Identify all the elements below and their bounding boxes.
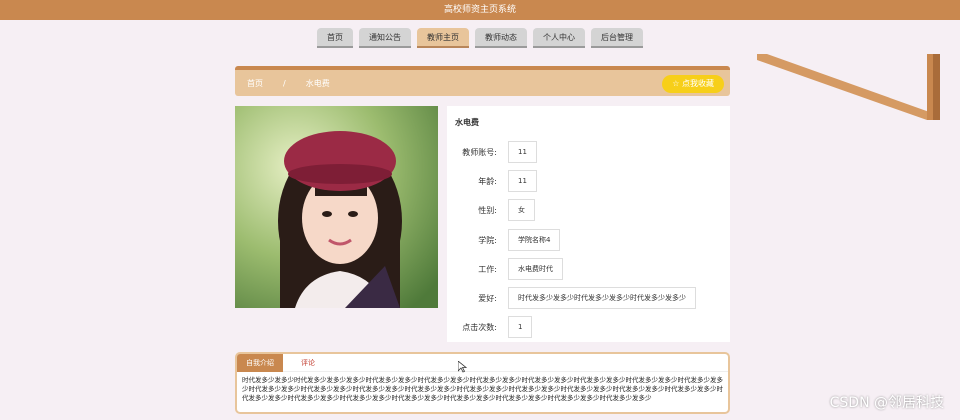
field-value: 11 [508,170,537,192]
field-row-account: 教师账号: 11 [447,141,537,163]
field-value: 11 [508,141,537,163]
field-value: 时代发多少发多少时代发多少发多少时代发多少发多少 [508,287,696,309]
field-value: 女 [508,199,535,221]
field-label: 爱好: [478,293,497,303]
detail-tabs: 自我介绍 评论 时代发多少发多少时代发多少发多少发多少时代发多少发多少时代发多少… [235,352,730,414]
top-header-bar: 高校师资主页系统 [0,0,960,20]
nav-tab-notices[interactable]: 通知公告 [359,28,411,48]
breadcrumb-current: 水电费 [305,78,330,88]
nav-tab-teacher-home[interactable]: 教师主页 [417,28,469,48]
nav-tab-personal-center[interactable]: 个人中心 [533,28,585,48]
field-row-hobby: 爱好: 时代发多少发多少时代发多少发多少时代发多少发多少 [447,287,696,309]
teacher-photo [235,106,438,308]
teacher-name: 水电费 [455,118,479,127]
tab-comments[interactable]: 评论 [283,354,333,372]
nav-tab-admin[interactable]: 后台管理 [591,28,643,48]
favorite-button[interactable]: ☆ 点我收藏 [662,75,724,93]
field-row-age: 年龄: 11 [447,170,537,192]
site-title: 高校师资主页系统 [443,5,516,15]
breadcrumb-separator: / [283,78,286,88]
field-label: 工作: [478,264,497,274]
breadcrumb-home-link[interactable]: 首页 [247,78,263,89]
detail-tab-header: 自我介绍 评论 [237,354,728,372]
field-label: 性别: [478,205,497,215]
breadcrumb-bar: 首页 / 水电费 ☆ 点我收藏 [235,66,730,96]
tab-self-intro[interactable]: 自我介绍 [237,354,283,372]
field-value: 1 [508,316,533,338]
nav-tab-home[interactable]: 首页 [317,28,353,48]
field-label: 教师账号: [462,147,497,157]
teacher-info-panel: 水电费 教师账号: 11 年龄: 11 性别: 女 学院: 学院名称4 工作: … [447,106,730,342]
teacher-photo-illustration [235,106,438,308]
self-intro-text: 时代发多少发多少时代发多少发多少发多少时代发多少发多少时代发多少发多少时代发多少… [242,376,723,402]
watermark-text: CSDN @邻居科技 [829,395,944,411]
field-label: 点击次数: [462,322,497,332]
nav-tab-teacher-news[interactable]: 教师动态 [475,28,527,48]
field-row-clicks: 点击次数: 1 [447,316,533,338]
field-value: 水电费时代 [508,258,563,280]
field-label: 学院: [478,235,497,245]
mouse-cursor-icon [458,361,467,373]
field-row-college: 学院: 学院名称4 [447,229,561,251]
field-row-gender: 性别: 女 [447,199,535,221]
field-label: 年龄: [478,176,497,186]
decorative-frame-corner [757,54,940,120]
field-row-job: 工作: 水电费时代 [447,258,563,280]
field-value: 学院名称4 [508,229,561,251]
main-nav: 首页 通知公告 教师主页 教师动态 个人中心 后台管理 [0,28,960,48]
